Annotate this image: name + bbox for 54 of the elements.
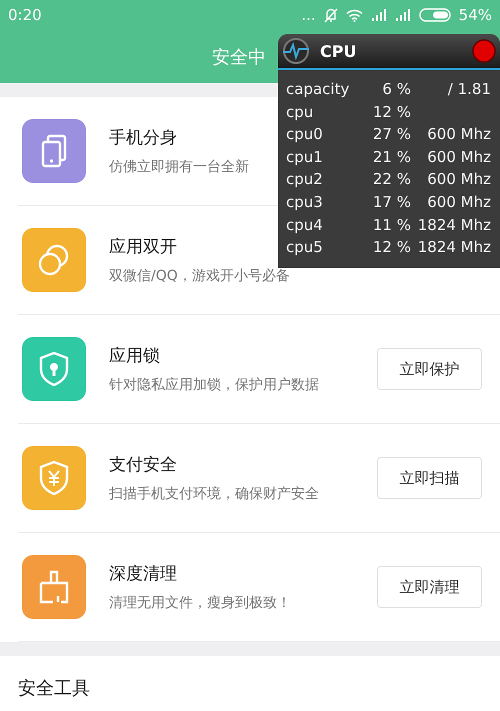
signal-icon — [394, 9, 411, 21]
shield-lock-icon — [38, 351, 70, 387]
feature-title: 手机分身 — [109, 127, 177, 149]
shield-yen-icon — [38, 460, 70, 496]
cpu-percent: 27 % — [372, 124, 411, 146]
cpu-value: 600 Mhz — [426, 124, 491, 146]
cpu-percent: 12 % — [372, 102, 411, 123]
feature-title: 支付安全 — [109, 454, 177, 476]
action-button[interactable]: 立即保护 — [377, 348, 482, 390]
cpu-name: cpu — [286, 102, 314, 123]
battery-icon — [418, 8, 451, 22]
cpu-name: capacity — [286, 79, 350, 100]
close-icon[interactable] — [472, 39, 496, 63]
cpu-value: 600 Mhz — [426, 146, 491, 168]
pulse-icon — [282, 37, 310, 65]
feature-description: 针对隐私应用加锁，保护用户数据 — [109, 376, 319, 394]
cpu-percent: 22 % — [372, 169, 411, 190]
feature-description: 扫描手机支付环境，确保财产安全 — [109, 485, 319, 503]
cpu-value: 1824 Mhz — [416, 237, 491, 258]
feature-description: 双微信/QQ，游戏开小号必备 — [109, 267, 290, 285]
cpu-name: cpu1 — [286, 146, 324, 168]
feature-title: 深度清理 — [109, 563, 177, 585]
cpu-value: 1824 Mhz — [416, 214, 491, 236]
action-button[interactable]: 立即扫描 — [377, 457, 482, 499]
feature-description: 仿佛立即拥有一台全新 — [109, 158, 249, 176]
action-button[interactable]: 立即清理 — [377, 566, 482, 608]
cpu-percent: 21 % — [372, 146, 411, 168]
feature-title: 应用双开 — [109, 236, 177, 258]
cpu-name: cpu2 — [286, 169, 324, 190]
cpu-name: cpu4 — [286, 214, 324, 236]
page-title: 安全中 — [212, 46, 266, 68]
overlay-title: CPU — [320, 42, 358, 60]
circles-icon — [37, 243, 71, 277]
cpu-name: cpu3 — [286, 192, 324, 213]
cpu-percent: 6 % — [381, 79, 411, 100]
status-time: 0:20 — [8, 6, 43, 24]
wifi-icon — [346, 8, 363, 22]
feature-description: 清理无用文件，瘦身到极致！ — [109, 594, 291, 612]
cpu-name: cpu0 — [286, 124, 324, 146]
cpu-value: / 1.81 — [446, 79, 491, 100]
tablets-icon — [40, 134, 68, 168]
section-title: 安全工具 — [18, 678, 90, 699]
battery-percent: 54% — [458, 6, 492, 24]
cpu-value: 600 Mhz — [426, 169, 491, 190]
feature-title: 应用锁 — [109, 345, 160, 367]
cpu-percent: 11 % — [372, 214, 411, 236]
cpu-percent: 17 % — [372, 192, 411, 213]
signal-icon — [370, 9, 387, 21]
cpu-name: cpu5 — [286, 237, 324, 258]
cpu-percent: 12 % — [372, 237, 411, 258]
brush-icon — [37, 569, 71, 605]
bell-off-icon — [324, 8, 338, 22]
cpu-value: 600 Mhz — [426, 192, 491, 213]
more-notifications: ... — [301, 6, 316, 24]
